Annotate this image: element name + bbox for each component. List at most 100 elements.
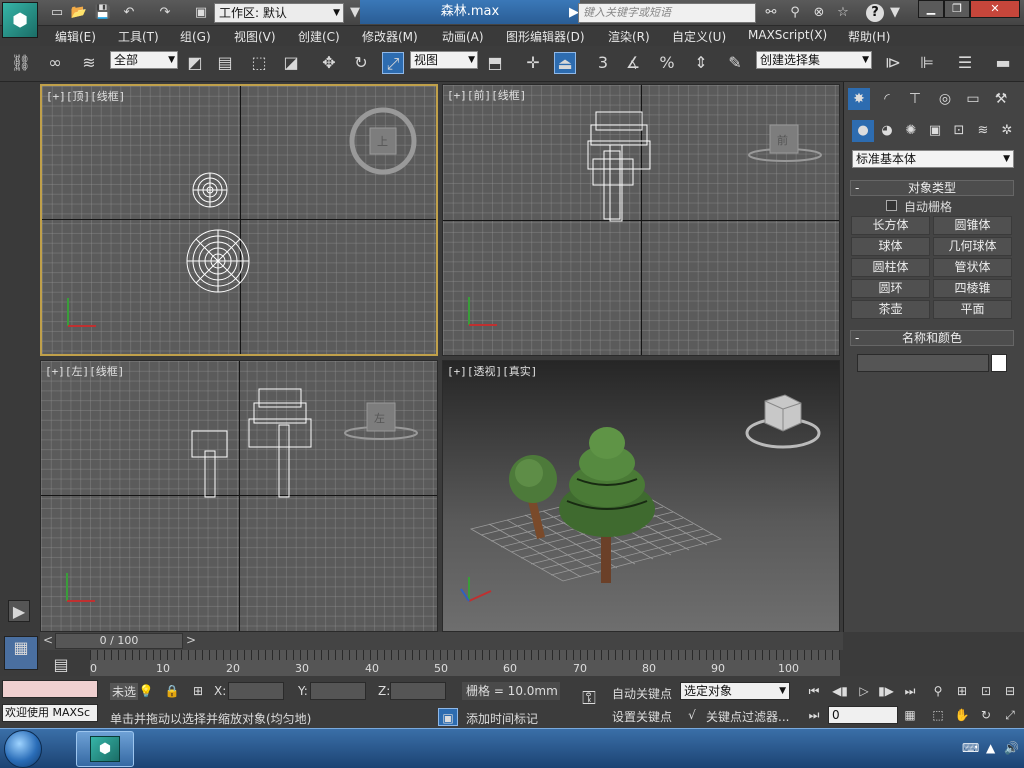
object-type-rollout[interactable]: - 对象类型	[850, 180, 1014, 196]
reference-coordinate-dropdown[interactable]: 视图 ▼	[410, 51, 478, 69]
go-to-start-icon[interactable]: ⏮	[804, 682, 824, 700]
selection-filter-dropdown[interactable]: 全部 ▼	[110, 51, 178, 69]
menu-view[interactable]: 视图(V)	[234, 28, 276, 45]
search-input[interactable]: 键入关键字或短语	[578, 3, 756, 23]
workspace-dropdown[interactable]: 工作区: 默认 ▼	[214, 3, 344, 23]
taskbar-3dsmax-button[interactable]: ⬢	[76, 731, 134, 767]
time-slider[interactable]: 0 / 100	[55, 633, 183, 649]
menu-help[interactable]: 帮助(H)	[848, 28, 890, 45]
y-coordinate-input[interactable]	[310, 682, 366, 700]
expand-panel-icon[interactable]: ▶	[8, 600, 30, 622]
object-category-dropdown[interactable]: 标准基本体 ▼	[852, 150, 1014, 168]
select-and-rotate-icon[interactable]: ↻	[350, 52, 372, 74]
snaps-toggle-icon[interactable]: 3	[592, 52, 614, 74]
add-time-tag-button[interactable]: 添加时间标记	[466, 710, 538, 727]
box-button[interactable]: 长方体	[851, 216, 930, 235]
welcome-maxscript[interactable]: 欢迎使用 MAXSc	[2, 704, 98, 722]
zoom-extents-icon[interactable]: ⊡	[976, 682, 996, 700]
help-dropdown-icon[interactable]: ▼	[886, 4, 904, 22]
lights-icon[interactable]: ✺	[900, 120, 922, 142]
viewport-perspective[interactable]: [+][透视][真实]	[442, 360, 840, 632]
key-filter-curve-icon[interactable]: √	[682, 706, 702, 724]
orbit-icon[interactable]: ↻	[976, 706, 996, 724]
pivot-center-icon[interactable]: ⬒	[484, 52, 506, 74]
viewcube-face-label[interactable]: 前	[777, 132, 788, 148]
geosphere-button[interactable]: 几何球体	[933, 237, 1012, 256]
help-button[interactable]: ?	[866, 4, 884, 22]
geometry-icon[interactable]: ●	[852, 120, 874, 142]
menu-group[interactable]: 组(G)	[180, 28, 211, 45]
pyramid-button[interactable]: 四棱锥	[933, 279, 1012, 298]
play-icon[interactable]: ▷	[854, 682, 874, 700]
mini-curve-editor-icon[interactable]: ▤	[50, 654, 72, 676]
mirror-icon[interactable]: ⧐	[882, 52, 904, 74]
auto-key-button[interactable]: 自动关键点	[612, 685, 672, 702]
viewport-layout-icon[interactable]: ▦	[4, 636, 38, 670]
utilities-tab-icon[interactable]: ⚒	[990, 88, 1012, 110]
cylinder-button[interactable]: 圆柱体	[851, 258, 930, 277]
menu-tools[interactable]: 工具(T)	[118, 28, 159, 45]
maxscript-listener-field[interactable]	[2, 680, 98, 698]
set-key-mode-icon[interactable]: ⚿	[572, 690, 606, 716]
select-by-name-icon[interactable]: ▤	[214, 52, 236, 74]
project-folder-icon[interactable]: ▣	[192, 4, 210, 22]
menu-modifiers[interactable]: 修改器(M)	[362, 28, 418, 45]
zoom-all-icon[interactable]: ⊞	[952, 682, 972, 700]
isolate-selection-icon[interactable]: 💡	[136, 682, 156, 700]
go-to-end-icon[interactable]: ⏭	[900, 682, 920, 700]
angle-snap-icon[interactable]: ∡	[622, 52, 644, 74]
select-and-move-icon[interactable]: ✥	[318, 52, 340, 74]
save-file-icon[interactable]: 💾	[94, 4, 112, 22]
x-coordinate-input[interactable]	[228, 682, 284, 700]
graphite-toolset-icon[interactable]: ▬	[992, 52, 1014, 74]
create-tab-icon[interactable]: ✸	[848, 88, 870, 110]
menu-rendering[interactable]: 渲染(R)	[608, 28, 650, 45]
z-coordinate-input[interactable]	[390, 682, 446, 700]
key-mode-toggle-icon[interactable]: ⏭	[804, 706, 824, 724]
motion-tab-icon[interactable]: ◎	[934, 88, 956, 110]
viewport-front[interactable]: [+][前][线框] 前	[442, 84, 840, 356]
torus-button[interactable]: 圆环	[851, 279, 930, 298]
bind-space-warp-icon[interactable]: ≋	[78, 52, 100, 74]
plane-button[interactable]: 平面	[933, 300, 1012, 319]
new-file-icon[interactable]: ▭	[48, 4, 66, 22]
hierarchy-tab-icon[interactable]: ⊤	[904, 88, 926, 110]
key-filters-button[interactable]: 关键点过滤器...	[706, 708, 789, 725]
keyboard-shortcut-override-icon[interactable]: ⏏	[554, 52, 576, 74]
modify-tab-icon[interactable]: ◜	[876, 88, 898, 110]
sphere-button[interactable]: 球体	[851, 237, 930, 256]
menu-create[interactable]: 创建(C)	[298, 28, 340, 45]
time-tag-icon[interactable]: ▣	[438, 708, 458, 726]
communication-center-icon[interactable]: ⚲	[786, 4, 804, 22]
selection-lock-icon[interactable]: 🔒	[162, 682, 182, 700]
selected-object-dropdown[interactable]: 选定对象 ▼	[680, 682, 790, 700]
shapes-icon[interactable]: ◕	[876, 120, 898, 142]
undo-icon[interactable]: ↶	[120, 4, 138, 22]
close-button[interactable]: ✕	[970, 0, 1020, 18]
menu-edit[interactable]: 编辑(E)	[55, 28, 96, 45]
volume-tray-icon[interactable]: 🔊	[1004, 741, 1019, 755]
current-frame-input[interactable]: 0	[828, 706, 898, 724]
menu-animation[interactable]: 动画(A)	[442, 28, 484, 45]
select-object-icon[interactable]: ◩	[184, 52, 206, 74]
rect-selection-region-icon[interactable]: ⬚	[248, 52, 270, 74]
cone-button[interactable]: 圆锥体	[933, 216, 1012, 235]
object-name-input[interactable]	[857, 354, 989, 372]
keyboard-tray-icon[interactable]: ⌨	[962, 741, 979, 755]
minimize-button[interactable]: ▁	[918, 0, 944, 18]
time-configuration-icon[interactable]: ▦	[900, 706, 920, 724]
open-file-icon[interactable]: 📂	[70, 4, 88, 22]
zoom-extents-all-icon[interactable]: ⊟	[1000, 682, 1020, 700]
next-frame-icon[interactable]: >	[186, 633, 196, 647]
exchange-icon[interactable]: ⊗	[810, 4, 828, 22]
set-key-button[interactable]: 设置关键点	[612, 708, 672, 725]
previous-frame-icon[interactable]: ◀▮	[830, 682, 850, 700]
menu-customize[interactable]: 自定义(U)	[672, 28, 726, 45]
name-and-color-rollout[interactable]: - 名称和颜色	[850, 330, 1014, 346]
viewport-top[interactable]: [+][顶][线框] 上	[40, 84, 438, 356]
redo-icon[interactable]: ↷	[156, 4, 174, 22]
maximize-viewport-icon[interactable]: ⤢	[1000, 706, 1020, 724]
teapot-button[interactable]: 茶壶	[851, 300, 930, 319]
named-selection-dropdown[interactable]: 创建选择集 ▼	[756, 51, 872, 69]
timeline-track[interactable]: 0 10 20 30 40 50 60 70 80 90 100	[90, 650, 840, 676]
